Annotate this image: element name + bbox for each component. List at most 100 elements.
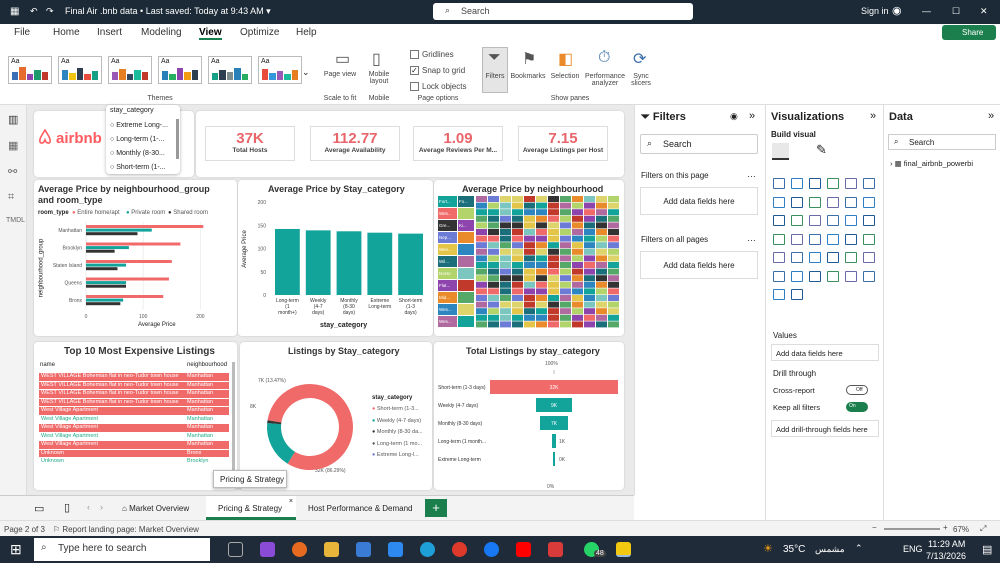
taskbar-search[interactable]: ⌕ Type here to search [34, 538, 210, 561]
mail-icon[interactable] [388, 542, 403, 557]
values-drop[interactable]: Add data fields here [771, 344, 879, 361]
performance-analyzer-button[interactable]: Performance analyzer [582, 73, 628, 87]
chart-total-listings-funnel[interactable]: Total Listings by stay_category 100% 0% … [434, 342, 624, 490]
chrome-icon[interactable] [452, 542, 467, 557]
visual-type-icon[interactable] [863, 178, 875, 189]
app-l-icon[interactable] [548, 542, 563, 557]
facebook-icon[interactable] [484, 542, 499, 557]
zoom-slider[interactable] [884, 528, 940, 530]
keep-filters-toggle[interactable]: On [846, 402, 868, 412]
filters-search-input[interactable]: ⌕ Search [640, 134, 758, 154]
visual-type-icon[interactable] [809, 252, 821, 263]
chart-listings-donut[interactable]: Listings by Stay_category stay_category … [240, 342, 432, 490]
data-search-input[interactable]: ⌕ Search [888, 134, 996, 150]
table-view-icon[interactable]: ▦ [8, 139, 18, 152]
visual-type-icon[interactable] [845, 215, 857, 226]
visual-type-icon[interactable] [791, 215, 803, 226]
mobile-layout-button[interactable]: Mobile layout [364, 71, 394, 85]
search-box[interactable]: ⌕ Search [433, 3, 693, 20]
visual-type-icon[interactable] [827, 270, 839, 282]
desktop-view-icon[interactable]: ▭ [34, 502, 44, 515]
theme-1[interactable]: Aa [8, 56, 52, 84]
tab-host-performance[interactable]: Host Performance & Demand [296, 496, 420, 520]
visual-type-icon[interactable] [791, 196, 803, 208]
notification-icon[interactable]: ▤ [982, 543, 992, 556]
prev-page-icon[interactable]: ‹ [87, 502, 90, 512]
tray-chevron-icon[interactable]: ⌃ [855, 543, 863, 554]
menu-insert[interactable]: Insert [97, 27, 122, 38]
collapse-icon[interactable]: » [749, 110, 755, 122]
table-row[interactable]: WEST VILLAGE Bohemian flat in neo-Tudor … [39, 398, 229, 406]
maximize-icon[interactable]: ☐ [952, 6, 960, 17]
windows-start-icon[interactable]: ⊞ [10, 541, 22, 558]
close-tab-icon[interactable]: × [289, 498, 293, 505]
table-scrollbar[interactable] [232, 362, 235, 472]
chart-price-by-neighbourhood[interactable]: Average Price by neighbourhood Fort... We… [434, 180, 624, 336]
bookmarks-button[interactable]: Bookmarks [508, 73, 548, 80]
table-row[interactable]: WEST VILLAGE Bohemian flat in neo-Tudor … [39, 390, 229, 398]
edge-icon[interactable] [420, 542, 435, 557]
visual-type-icon[interactable] [827, 215, 839, 226]
build-visual-icon[interactable] [772, 143, 789, 160]
more-icon[interactable]: … [747, 169, 756, 179]
visual-type-icon[interactable] [845, 178, 857, 189]
selection-button[interactable]: Selection [548, 73, 582, 80]
model-view-icon[interactable]: ⚯ [8, 165, 17, 178]
table-row[interactable]: West Village Apartment Manhattan [39, 432, 229, 440]
clock-date[interactable]: 7/13/2026 [926, 551, 966, 561]
visual-type-icon[interactable] [773, 196, 785, 208]
weather-icon[interactable]: ☀ [763, 542, 773, 555]
filters-on-page-drop[interactable]: Add data fields here [640, 187, 758, 215]
visual-type-icon[interactable] [773, 233, 785, 245]
slicer-item[interactable]: ○ Short-term (1-... [110, 161, 168, 175]
collapse-icon[interactable]: » [870, 110, 876, 122]
visual-type-icon[interactable] [827, 178, 839, 189]
firefox-icon[interactable] [292, 542, 307, 557]
visual-type-icon[interactable] [809, 196, 821, 208]
visual-type-icon[interactable] [809, 233, 821, 245]
tab-market-overview[interactable]: ⌂ Market Overview [110, 496, 206, 520]
menu-view[interactable]: View [199, 27, 222, 40]
table-row[interactable]: West Village Apartment Manhattan [39, 441, 229, 449]
visual-type-icon[interactable] [773, 289, 785, 300]
tab-pricing-strategy[interactable]: Pricing & Strategy × [206, 496, 296, 520]
tmdl-view-icon[interactable]: TMDL [6, 217, 25, 224]
visual-type-icon[interactable] [791, 252, 803, 263]
data-table-item[interactable]: › ▦ final_airbnb_powerbi [890, 159, 973, 168]
minimize-icon[interactable]: — [922, 6, 931, 16]
drill-through-drop[interactable]: Add drill-through fields here [771, 420, 879, 437]
theme-2[interactable]: Aa [58, 56, 102, 84]
next-page-icon[interactable]: › [100, 502, 103, 512]
visual-type-icon[interactable] [791, 270, 803, 282]
visual-type-icon[interactable] [773, 178, 785, 189]
more-icon[interactable]: … [747, 233, 756, 243]
window-title[interactable]: Final Air .bnb data • Last saved: Today … [65, 6, 271, 17]
visual-type-icon[interactable] [791, 289, 803, 300]
visual-type-icon[interactable] [845, 270, 857, 282]
visual-type-icon[interactable] [827, 252, 839, 263]
zoom-in-icon[interactable]: + [943, 523, 948, 532]
slicer-item[interactable]: ○ Extreme Long-... [110, 119, 168, 133]
gridlines-checkbox[interactable] [410, 50, 419, 59]
page-view-button[interactable]: Page view [322, 71, 358, 78]
visual-type-icon[interactable] [845, 233, 857, 245]
visual-type-icon[interactable] [773, 215, 785, 226]
slicer-scrollbar[interactable] [176, 119, 179, 159]
visual-type-icon[interactable] [809, 215, 821, 226]
add-page-button[interactable]: + [425, 499, 447, 517]
powerbi-icon[interactable] [616, 542, 631, 557]
sync-slicers-button[interactable]: Sync slicers [628, 73, 654, 87]
slicer-item[interactable]: ○ Long-term (1-... [110, 133, 168, 147]
visual-type-icon[interactable] [863, 252, 875, 263]
menu-home[interactable]: Home [53, 27, 80, 38]
table-row[interactable]: WEST VILLAGE Bohemian flat in neo-Tudor … [39, 381, 229, 389]
filters-all-pages-drop[interactable]: Add data fields here [640, 251, 758, 279]
undo-icon[interactable]: ↶ [30, 6, 38, 17]
theme-4[interactable]: Aa [158, 56, 202, 84]
visual-type-icon[interactable] [863, 215, 875, 226]
clock-time[interactable]: 11:29 AM [928, 539, 965, 549]
visual-type-icon[interactable] [863, 233, 875, 245]
chart-price-by-stay[interactable]: Average Price by Stay_category Average P… [238, 180, 433, 336]
fit-page-icon[interactable]: ⤢ [980, 524, 986, 534]
youtube-icon[interactable] [516, 542, 531, 557]
